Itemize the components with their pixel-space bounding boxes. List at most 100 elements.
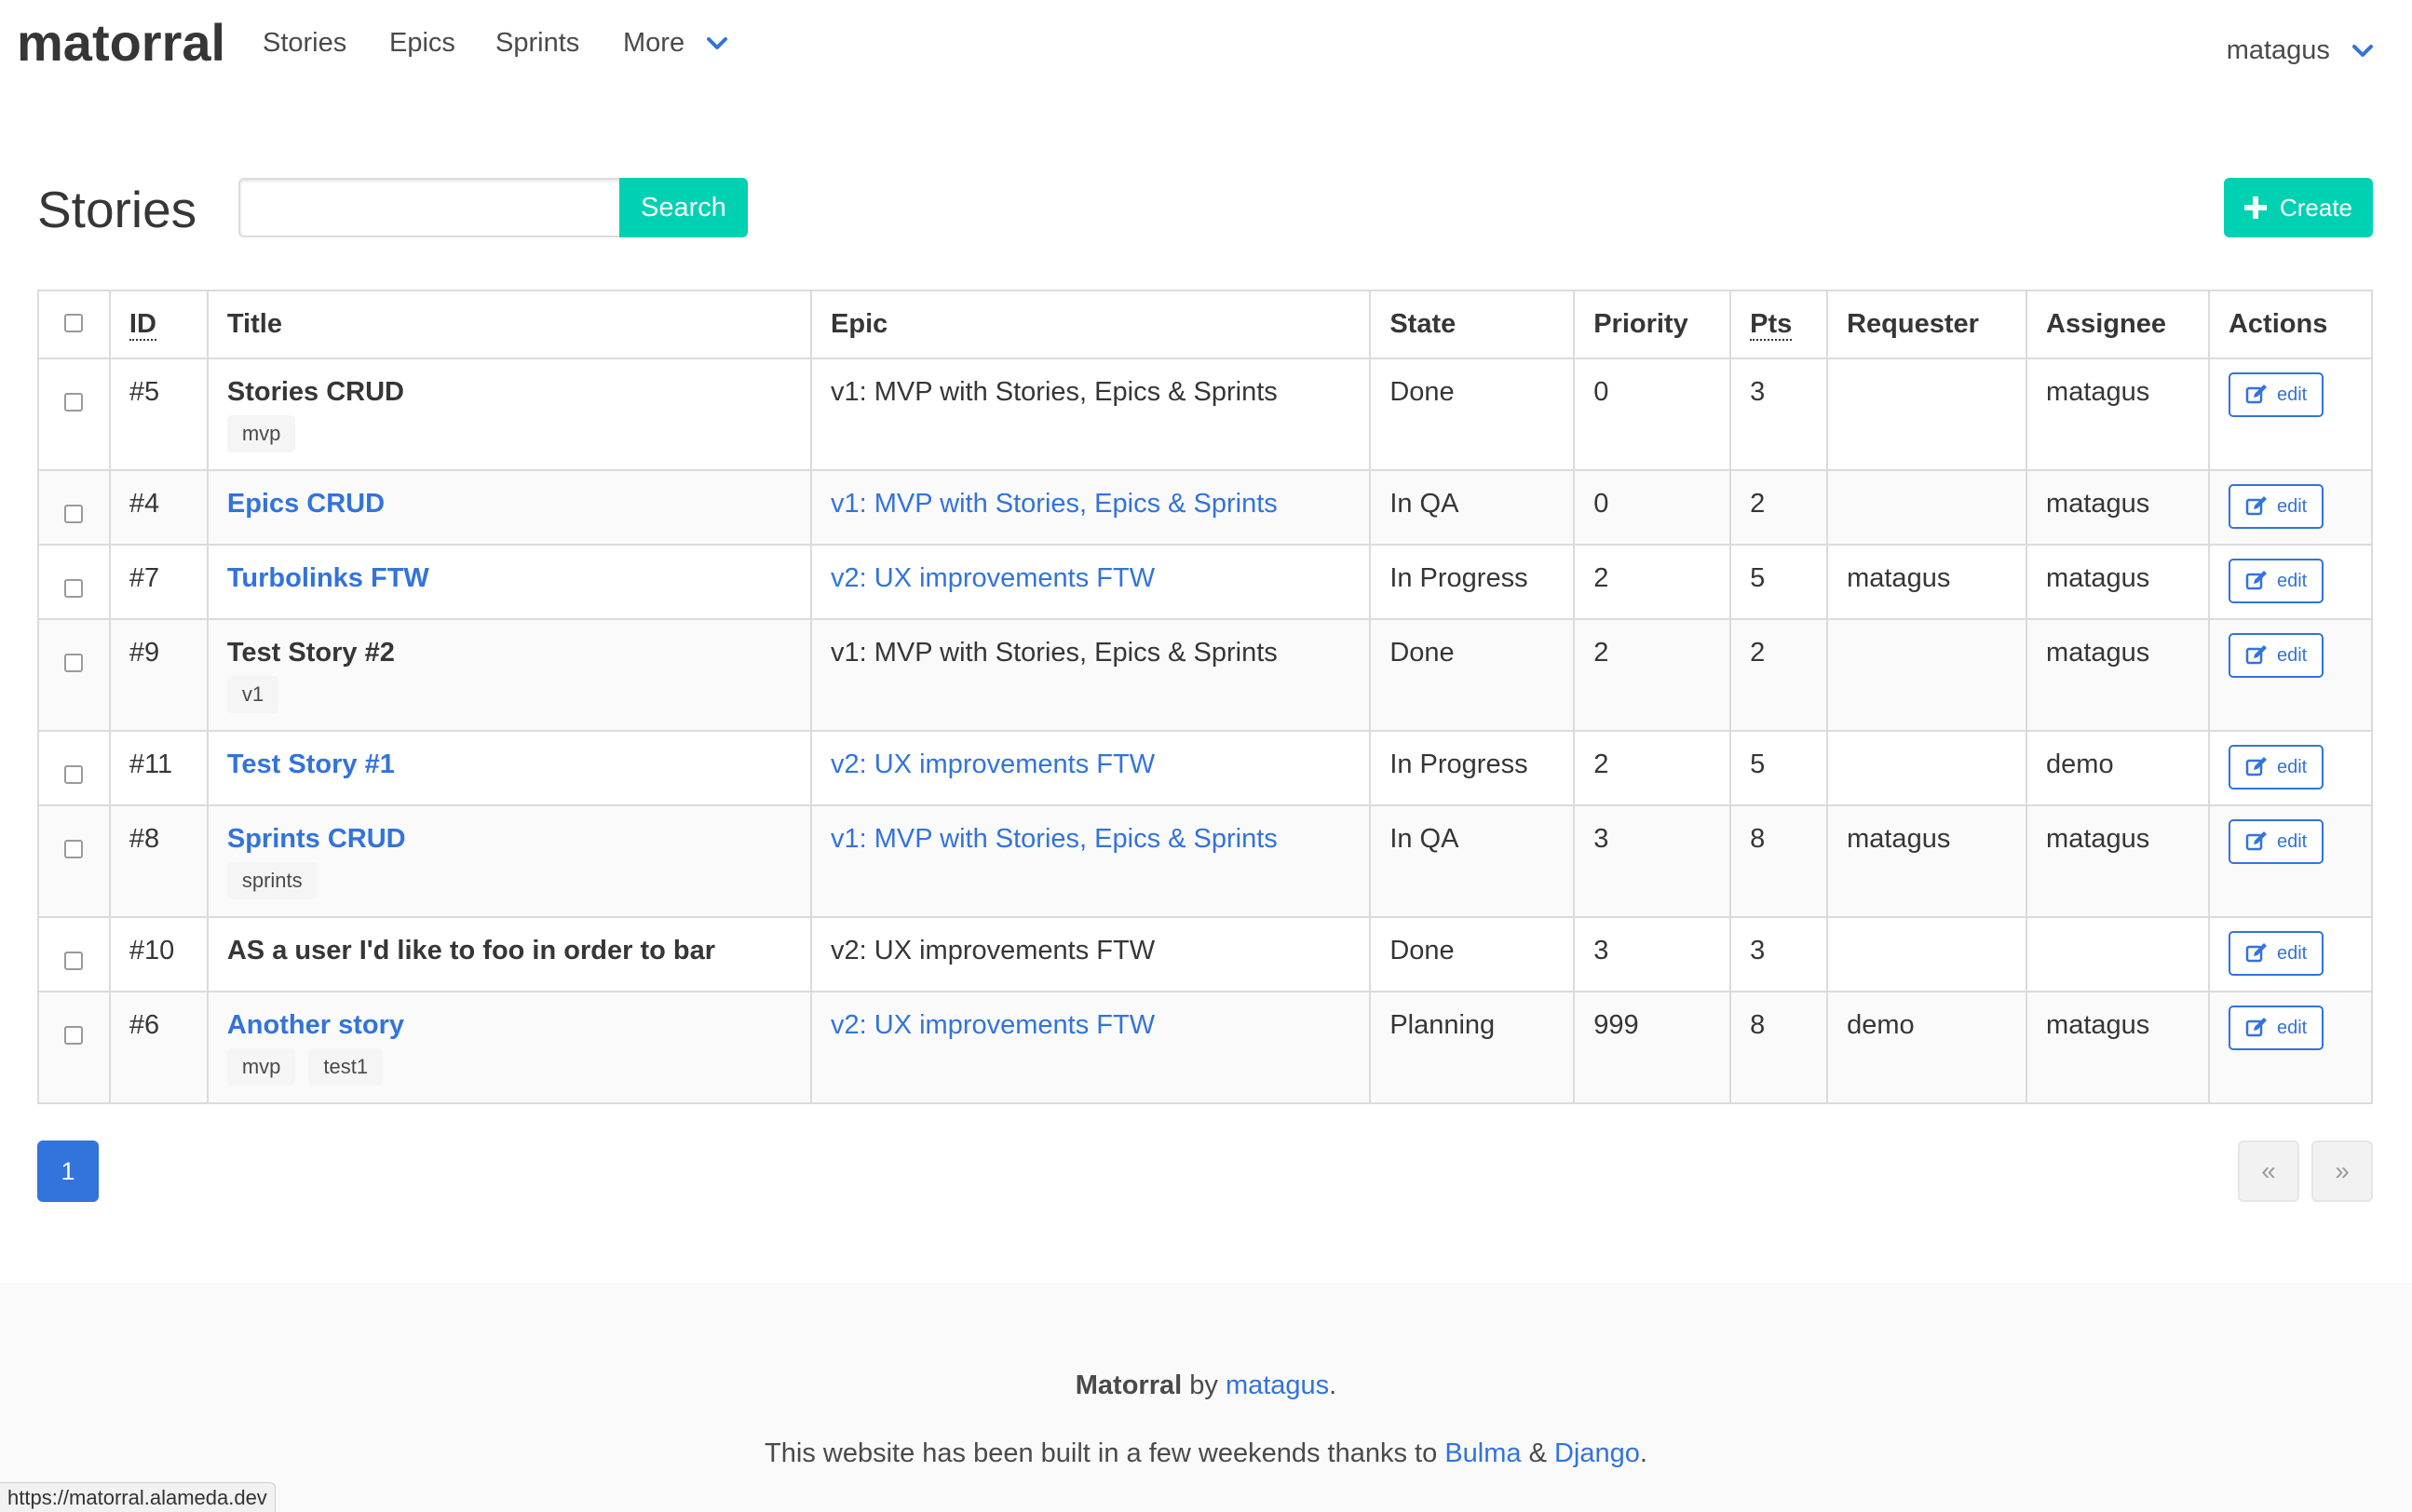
table-header-row: ID Title Epic State Priority Pts Request… — [37, 290, 2374, 359]
row-checkbox[interactable] — [64, 952, 84, 970]
navbar: matorral Stories Epics Sprints More mata… — [0, 0, 2412, 86]
row-checkbox[interactable] — [64, 505, 84, 523]
story-state: Planning — [1369, 991, 1576, 1104]
story-priority: 2 — [1573, 544, 1732, 620]
edit-button[interactable]: edit — [2228, 559, 2324, 603]
edit-icon — [2245, 831, 2267, 851]
pagination-next-button[interactable]: » — [2311, 1141, 2373, 1202]
story-epic[interactable]: v2: UX improvements FTW — [810, 730, 1372, 806]
column-header-assignee: Assignee — [2026, 290, 2210, 359]
row-checkbox[interactable] — [64, 579, 84, 598]
brand-logo[interactable]: matorral — [17, 7, 225, 78]
row-select-cell — [37, 358, 111, 471]
tag[interactable]: test1 — [308, 1048, 384, 1086]
nav-item-sprints[interactable]: Sprints — [495, 22, 579, 63]
nav-item-more-label: More — [623, 28, 685, 58]
edit-button[interactable]: edit — [2228, 745, 2324, 790]
edit-button[interactable]: edit — [2228, 931, 2324, 976]
actions-cell: edit — [2207, 804, 2374, 918]
story-requester — [1826, 618, 2028, 732]
story-epic[interactable]: v1: MVP with Stories, Epics & Sprints — [810, 804, 1372, 918]
edit-button-label: edit — [2276, 496, 2308, 517]
status-bar-url: https://matorral.alameda.dev — [0, 1482, 276, 1512]
actions-cell: edit — [2207, 469, 2374, 546]
chevron-down-icon — [2352, 45, 2373, 58]
footer-credits: Matorral by matagus. — [0, 1365, 2412, 1406]
story-title[interactable]: Test Story #1 — [227, 745, 792, 784]
story-title-cell: Another story mvp test1 — [206, 991, 813, 1104]
tag[interactable]: mvp — [226, 1048, 296, 1086]
story-title[interactable]: Stories CRUD — [227, 372, 792, 412]
story-epic[interactable]: v2: UX improvements FTW — [810, 544, 1372, 620]
story-title[interactable]: Sprints CRUD — [227, 819, 792, 858]
story-priority: 0 — [1573, 358, 1732, 471]
row-checkbox[interactable] — [64, 393, 84, 412]
story-title-cell: Epics CRUD — [206, 469, 813, 546]
edit-button-label: edit — [2276, 1018, 2308, 1038]
create-button-label: Create — [2279, 193, 2353, 222]
edit-button[interactable]: edit — [2228, 372, 2324, 417]
nav-item-more[interactable]: More — [623, 22, 729, 63]
story-state: In Progress — [1369, 544, 1576, 620]
story-requester — [1826, 358, 2028, 471]
select-all-checkbox[interactable] — [64, 314, 84, 332]
story-title-cell: Turbolinks FTW — [206, 544, 813, 620]
row-select-cell — [37, 618, 111, 732]
nav-item-stories[interactable]: Stories — [263, 22, 346, 63]
story-title[interactable]: AS a user I'd like to foo in order to ba… — [227, 931, 792, 970]
story-priority: 0 — [1573, 469, 1732, 546]
edit-button[interactable]: edit — [2228, 819, 2324, 864]
story-epic[interactable]: v1: MVP with Stories, Epics & Sprints — [810, 358, 1372, 471]
tag[interactable]: sprints — [226, 862, 318, 899]
story-id: #5 — [108, 358, 209, 471]
story-id: #10 — [108, 916, 209, 992]
row-checkbox[interactable] — [64, 654, 84, 672]
actions-cell: edit — [2207, 730, 2374, 806]
actions-cell: edit — [2207, 618, 2374, 732]
column-header-state: State — [1369, 290, 1576, 359]
user-menu[interactable]: matagus — [2227, 30, 2375, 71]
create-button[interactable]: Create — [2224, 178, 2373, 237]
pagination-previous-button[interactable]: « — [2238, 1141, 2299, 1202]
column-header-requester: Requester — [1826, 290, 2028, 359]
row-checkbox[interactable] — [64, 1026, 84, 1045]
tag-list: v1 — [226, 676, 792, 713]
tag[interactable]: mvp — [226, 415, 296, 452]
search-input[interactable] — [238, 178, 620, 237]
edit-button[interactable]: edit — [2228, 1006, 2324, 1050]
row-checkbox[interactable] — [64, 840, 84, 858]
footer-author-link[interactable]: matagus — [1226, 1370, 1329, 1400]
nav-item-epics[interactable]: Epics — [389, 22, 455, 63]
actions-cell: edit — [2207, 991, 2374, 1104]
edit-button-label: edit — [2276, 571, 2308, 591]
story-epic[interactable]: v2: UX improvements FTW — [810, 916, 1372, 992]
story-title-cell: AS a user I'd like to foo in order to ba… — [206, 916, 813, 992]
story-priority: 3 — [1573, 916, 1732, 992]
story-epic[interactable]: v1: MVP with Stories, Epics & Sprints — [810, 469, 1372, 546]
edit-button-label: edit — [2276, 943, 2308, 964]
story-epic[interactable]: v1: MVP with Stories, Epics & Sprints — [810, 618, 1372, 732]
story-title[interactable]: Another story — [227, 1006, 792, 1045]
edit-button[interactable]: edit — [2228, 484, 2324, 529]
story-title[interactable]: Epics CRUD — [227, 484, 792, 523]
pagination-current-page[interactable]: 1 — [37, 1141, 99, 1202]
story-state: Done — [1369, 916, 1576, 992]
footer-django-link[interactable]: Django — [1554, 1438, 1640, 1468]
search-button[interactable]: Search — [619, 178, 748, 237]
story-points: 5 — [1729, 544, 1829, 620]
footer-bulma-link[interactable]: Bulma — [1444, 1438, 1521, 1468]
story-epic[interactable]: v2: UX improvements FTW — [810, 991, 1372, 1104]
story-title[interactable]: Turbolinks FTW — [227, 559, 792, 598]
tag-list: mvp test1 — [226, 1048, 792, 1086]
user-menu-label: matagus — [2226, 35, 2330, 65]
footer-brand: Matorral — [1075, 1370, 1183, 1400]
edit-icon — [2245, 943, 2267, 963]
edit-button-label: edit — [2276, 645, 2308, 666]
story-points: 8 — [1729, 991, 1829, 1104]
footer-amp: & — [1528, 1438, 1547, 1468]
story-title[interactable]: Test Story #2 — [227, 633, 792, 672]
tag[interactable]: v1 — [226, 676, 279, 713]
table-row: #5 Stories CRUD mvp v1: MVP with Stories… — [37, 358, 2374, 471]
edit-button[interactable]: edit — [2228, 633, 2324, 678]
row-checkbox[interactable] — [64, 765, 84, 784]
